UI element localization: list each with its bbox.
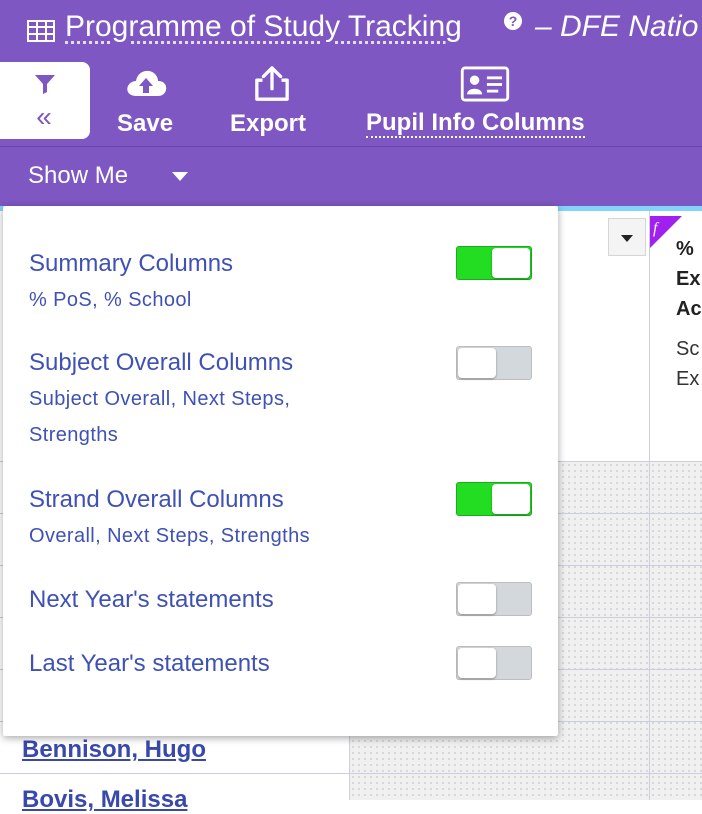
help-icon[interactable]: ? xyxy=(504,12,522,30)
subject-overall-columns-toggle[interactable] xyxy=(456,346,532,380)
toggle-knob xyxy=(492,248,530,278)
toggle-knob xyxy=(458,348,496,378)
title-bar: Programme of Study Tracking ? – DFE Nati… xyxy=(0,0,702,58)
show-me-dropdown[interactable]: Show Me xyxy=(28,162,128,190)
option-description: Overall, Next Steps, Strengths xyxy=(29,525,311,547)
caret-down-icon[interactable] xyxy=(172,172,188,181)
strand-overall-columns-toggle[interactable] xyxy=(456,482,532,516)
filter-icon xyxy=(35,75,55,94)
table-icon xyxy=(27,20,55,42)
option-strand-overall-columns: Strand Overall Columns Overall, Next Ste… xyxy=(29,486,310,554)
option-description: Subject Overall, Next Steps, Strengths xyxy=(29,388,291,446)
filter-toggle-button[interactable]: « xyxy=(0,62,90,139)
save-button[interactable]: Save xyxy=(112,62,182,142)
grid-column-divider xyxy=(649,211,650,800)
id-card-icon xyxy=(460,66,510,102)
option-subject-overall-columns: Subject Overall Columns Subject Overall,… xyxy=(29,349,349,453)
cloud-upload-icon xyxy=(127,70,167,96)
pupil-info-columns-button[interactable]: Pupil Info Columns xyxy=(362,62,612,142)
option-label: Last Year's statements xyxy=(29,650,270,677)
option-label: Next Year's statements xyxy=(29,586,274,613)
column-header-title: % Ex Ac xyxy=(676,238,702,320)
option-label: Summary Columns xyxy=(29,250,234,277)
option-last-years-statements: Last Year's statements xyxy=(29,650,270,678)
option-label: Subject Overall Columns xyxy=(29,349,294,376)
collapse-left-icon: « xyxy=(36,101,52,132)
export-button[interactable]: Export xyxy=(226,62,321,142)
pupil-name-link[interactable]: Bennison, Hugo xyxy=(22,736,206,764)
export-label: Export xyxy=(230,110,307,137)
toggle-knob xyxy=(458,584,496,614)
export-icon xyxy=(255,66,289,101)
page-title[interactable]: Programme of Study Tracking xyxy=(65,10,462,44)
show-me-panel: Summary Columns % PoS, % School Subject … xyxy=(3,206,558,736)
toggle-knob xyxy=(458,648,496,678)
pupil-info-label: Pupil Info Columns xyxy=(366,109,585,138)
toggle-knob xyxy=(492,484,530,514)
save-label: Save xyxy=(117,110,174,137)
pupil-name-link[interactable]: Bovis, Melissa xyxy=(22,786,187,814)
last-years-statements-toggle[interactable] xyxy=(456,646,532,680)
page-subtitle: – DFE Natio xyxy=(535,10,699,43)
option-description: % PoS, % School xyxy=(29,289,192,311)
column-menu-button[interactable] xyxy=(608,218,646,256)
option-summary-columns: Summary Columns % PoS, % School xyxy=(29,250,233,318)
option-label: Strand Overall Columns xyxy=(29,486,284,513)
option-next-years-statements: Next Year's statements xyxy=(29,586,274,614)
app-header: Programme of Study Tracking ? – DFE Nati… xyxy=(0,0,702,206)
next-years-statements-toggle[interactable] xyxy=(456,582,532,616)
column-header-subtitle: Sc Ex xyxy=(676,338,700,390)
header-divider xyxy=(0,146,702,147)
summary-columns-toggle[interactable] xyxy=(456,246,532,280)
grid-row-divider xyxy=(0,773,702,774)
